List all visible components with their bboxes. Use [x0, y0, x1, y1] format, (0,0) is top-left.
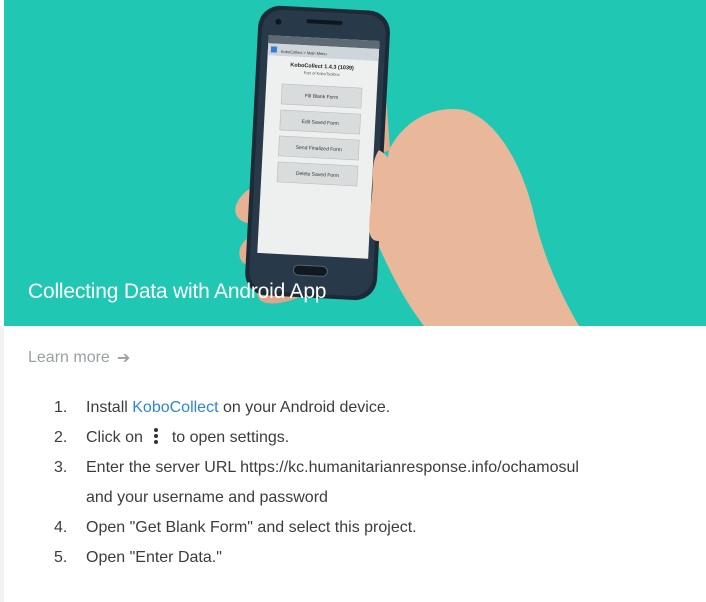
- step-number: 1.: [54, 399, 68, 416]
- steps-list: 1. Install KoboCollect on your Android d…: [54, 393, 694, 573]
- learn-more-link[interactable]: Learn more ➔: [28, 348, 130, 368]
- list-item: 2. Click on to open settings.: [54, 423, 694, 453]
- phone-in-hand-illustration: KoboCollect > Main Menu KoboCollect 1.4.…: [235, 5, 579, 326]
- list-item: 1. Install KoboCollect on your Android d…: [54, 393, 694, 423]
- kobocollect-link[interactable]: KoboCollect: [132, 399, 218, 416]
- instructions-panel: Learn more ➔ 1. Install KoboCollect on y…: [0, 326, 706, 602]
- step-text: Enter the server URL https://kc.humanita…: [86, 459, 579, 476]
- hero-banner: KoboCollect > Main Menu KoboCollect 1.4.…: [4, 0, 706, 326]
- list-item: 5. Open "Enter Data.": [54, 543, 694, 573]
- hero-title: Collecting Data with Android App: [28, 280, 327, 303]
- learn-more-label: Learn more: [28, 349, 110, 366]
- step-text: Click on: [86, 429, 143, 446]
- step-text: Open "Enter Data.": [86, 549, 222, 566]
- kebab-menu-icon: [151, 427, 161, 445]
- list-item: 4. Open "Get Blank Form" and select this…: [54, 513, 694, 543]
- list-item: 3. Enter the server URL https://kc.human…: [54, 453, 694, 513]
- step-text: to open settings.: [171, 429, 290, 446]
- step-number: 5.: [54, 549, 68, 566]
- step-text: Install: [86, 399, 133, 416]
- step-text: and your username and password: [86, 489, 328, 506]
- step-number: 2.: [54, 429, 68, 446]
- step-text: Open "Get Blank Form" and select this pr…: [86, 519, 417, 536]
- phone-body: KoboCollect > Main Menu KoboCollect 1.4.…: [245, 5, 390, 301]
- step-number: 4.: [54, 519, 68, 536]
- step-number: 3.: [54, 459, 68, 476]
- step-text: on your Android device.: [218, 399, 391, 416]
- arrow-right-icon: ➔: [116, 350, 131, 367]
